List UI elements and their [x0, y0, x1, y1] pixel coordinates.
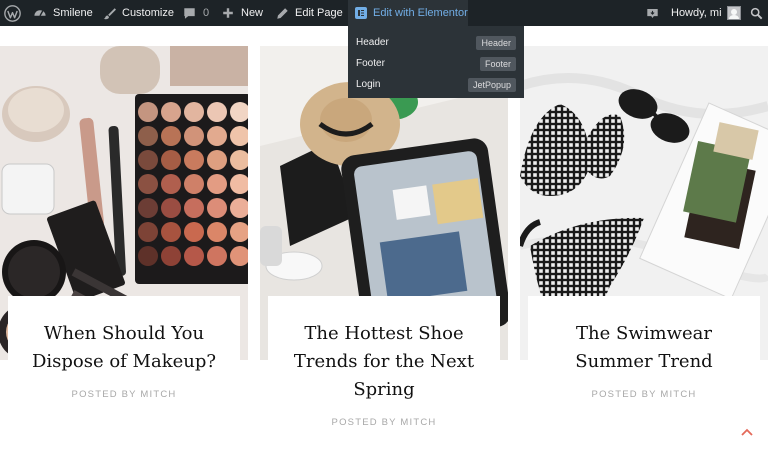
dropdown-item-badge: JetPopup: [467, 77, 516, 92]
dropdown-item-label: Header: [356, 37, 389, 48]
admin-bar: Smilene Customize 0 New Edit Page Edit w…: [0, 0, 768, 26]
chevron-up-icon: [741, 428, 753, 436]
brush-icon: [103, 7, 116, 19]
edit-page-label: Edit Page: [295, 7, 343, 19]
site-name-menu[interactable]: Smilene: [33, 0, 93, 26]
post-meta: POSTED BY MITCH: [71, 389, 177, 400]
post-title[interactable]: When Should You Dispose of Makeup?: [8, 320, 240, 376]
post-meta: POSTED BY MITCH: [331, 417, 437, 428]
search-icon: [750, 7, 763, 19]
post-info: The Hottest Shoe Trends for the Next Spr…: [268, 296, 500, 428]
dropdown-item-badge: Footer: [479, 56, 516, 71]
elementor-icon: [355, 7, 367, 19]
post-title[interactable]: The Hottest Shoe Trends for the Next Spr…: [268, 320, 500, 404]
dropdown-item-badge: Header: [476, 35, 516, 50]
edit-page-link[interactable]: Edit Page: [276, 0, 343, 26]
post-info: The Swimwear Summer Trend POSTED BY MITC…: [528, 296, 760, 400]
edit-with-elementor-menu[interactable]: Edit with Elementor: [348, 0, 468, 26]
elementor-label: Edit with Elementor: [373, 7, 468, 19]
wordpress-logo-button[interactable]: [4, 0, 21, 26]
avatar: [726, 6, 741, 20]
elementor-dropdown: Header Header Footer Footer Login JetPop…: [348, 26, 524, 98]
new-content-menu[interactable]: New: [222, 0, 263, 26]
dropdown-item-footer[interactable]: Footer Footer: [348, 53, 524, 74]
dropdown-item-label: Login: [356, 79, 381, 90]
post-meta: POSTED BY MITCH: [591, 389, 697, 400]
scroll-to-top-button[interactable]: [740, 425, 754, 439]
customize-label: Customize: [122, 7, 174, 19]
wordpress-icon: [4, 4, 21, 22]
post-card[interactable]: The Swimwear Summer Trend POSTED BY MITC…: [520, 46, 768, 456]
plus-icon: [223, 8, 233, 18]
notification-icon: [647, 8, 658, 18]
pencil-icon: [277, 7, 288, 19]
new-label: New: [241, 7, 264, 19]
post-card[interactable]: When Should You Dispose of Makeup? POSTE…: [0, 46, 248, 456]
my-account-menu[interactable]: Howdy, mi: [671, 0, 741, 26]
search-button[interactable]: [750, 0, 763, 26]
greeting-label: Howdy, mi: [671, 7, 722, 19]
dropdown-item-header[interactable]: Header Header: [348, 32, 524, 53]
dashboard-icon: [34, 10, 46, 17]
notifications-button[interactable]: [646, 0, 659, 26]
post-title[interactable]: The Swimwear Summer Trend: [528, 320, 760, 376]
comment-icon: [184, 7, 195, 19]
post-card[interactable]: The Hottest Shoe Trends for the Next Spr…: [260, 46, 508, 456]
comments-link[interactable]: 0: [183, 0, 209, 26]
dropdown-item-login[interactable]: Login JetPopup: [348, 74, 524, 95]
comments-count: 0: [203, 7, 210, 19]
post-info: When Should You Dispose of Makeup? POSTE…: [8, 296, 240, 400]
customize-link[interactable]: Customize: [103, 0, 174, 26]
site-name-label: Smilene: [53, 7, 93, 19]
dropdown-item-label: Footer: [356, 58, 385, 69]
